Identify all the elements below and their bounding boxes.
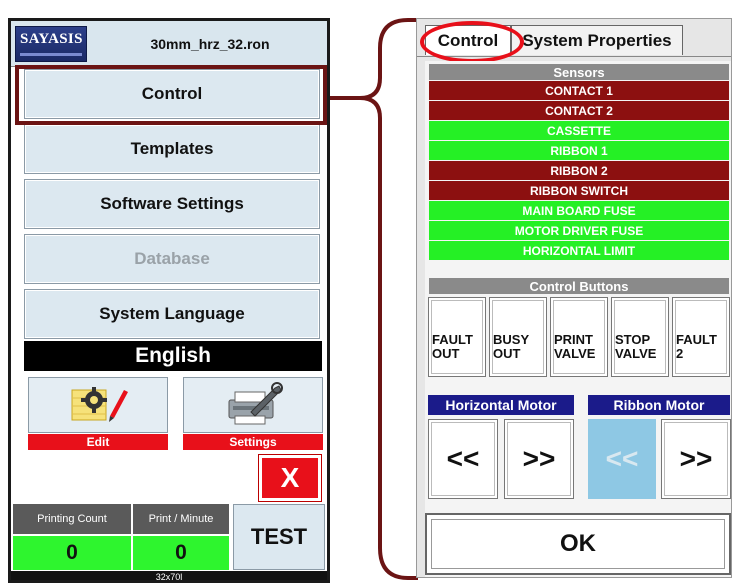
horizontal-motor-right-button[interactable]: >> <box>504 419 574 499</box>
ribbon-motor-header: Ribbon Motor <box>588 395 730 415</box>
templates-button[interactable]: Templates <box>24 124 320 174</box>
software-settings-button[interactable]: Software Settings <box>24 179 320 229</box>
print-per-minute-value: 0 <box>133 536 229 570</box>
control-tab-content: Sensors CONTACT 1 CONTACT 2 CASSETTE RIB… <box>425 61 731 577</box>
sensor-ribbon-switch: RIBBON SWITCH <box>429 181 729 200</box>
sensor-ribbon-2: RIBBON 2 <box>429 161 729 180</box>
gear-pencil-icon <box>71 387 128 422</box>
print-per-minute-label: Print / Minute <box>133 504 229 534</box>
sensor-main-board-fuse: MAIN BOARD FUSE <box>429 201 729 220</box>
sensor-list: CONTACT 1 CONTACT 2 CASSETTE RIBBON 1 RI… <box>429 81 729 261</box>
control-highlight-box <box>15 65 327 125</box>
test-button[interactable]: TEST <box>233 504 325 570</box>
edit-button[interactable] <box>28 377 168 433</box>
horizontal-motor-left-button[interactable]: << <box>428 419 498 499</box>
connector-brace <box>330 18 418 580</box>
busy-out-button[interactable]: BUSY OUT <box>489 297 547 377</box>
control-window: Control System Properties Sensors CONTAC… <box>416 18 732 578</box>
printing-count-label: Printing Count <box>13 504 131 534</box>
status-bar: 32x70l <box>11 571 327 580</box>
control-buttons-header: Control Buttons <box>429 278 729 294</box>
settings-label: Settings <box>183 434 323 450</box>
sensor-cassette: CASSETTE <box>429 121 729 140</box>
ok-button[interactable]: OK <box>425 513 731 575</box>
database-button[interactable]: Database <box>24 234 320 284</box>
current-language: English <box>24 341 322 371</box>
fault-2-button[interactable]: FAULT 2 <box>672 297 730 377</box>
sensor-horizontal-limit: HORIZONTAL LIMIT <box>429 241 729 260</box>
horizontal-motor-header: Horizontal Motor <box>428 395 574 415</box>
sensor-contact-1: CONTACT 1 <box>429 81 729 100</box>
stop-valve-button[interactable]: STOP VALVE <box>611 297 669 377</box>
tab-highlight-circle <box>420 21 524 63</box>
title-bar: SAYASIS 30mm_hrz_32.ron <box>11 21 327 67</box>
logo-underline <box>20 53 82 56</box>
sensor-ribbon-1: RIBBON 1 <box>429 141 729 160</box>
printing-count-value: 0 <box>13 536 131 570</box>
print-valve-button[interactable]: PRINT VALVE <box>550 297 608 377</box>
system-language-button[interactable]: System Language <box>24 289 320 339</box>
close-button[interactable]: X <box>258 454 322 502</box>
sensor-motor-driver-fuse: MOTOR DRIVER FUSE <box>429 221 729 240</box>
tab-system-properties[interactable]: System Properties <box>511 25 683 55</box>
fault-out-button[interactable]: FAULT OUT <box>428 297 486 377</box>
logo-text: SAYASIS <box>20 31 83 47</box>
ribbon-motor-right-button[interactable]: >> <box>661 419 731 499</box>
sensor-contact-2: CONTACT 2 <box>429 101 729 120</box>
tab-strip: Control System Properties <box>417 19 731 63</box>
file-name: 30mm_hrz_32.ron <box>150 36 270 52</box>
settings-button[interactable] <box>183 377 323 433</box>
main-window: SAYASIS 30mm_hrz_32.ron Control Template… <box>8 18 330 583</box>
edit-label: Edit <box>28 434 168 450</box>
ribbon-motor-left-button[interactable]: << <box>588 419 656 499</box>
company-logo: SAYASIS <box>15 26 87 62</box>
wrench-printer-icon <box>228 382 283 425</box>
sensors-header: Sensors <box>429 64 729 80</box>
